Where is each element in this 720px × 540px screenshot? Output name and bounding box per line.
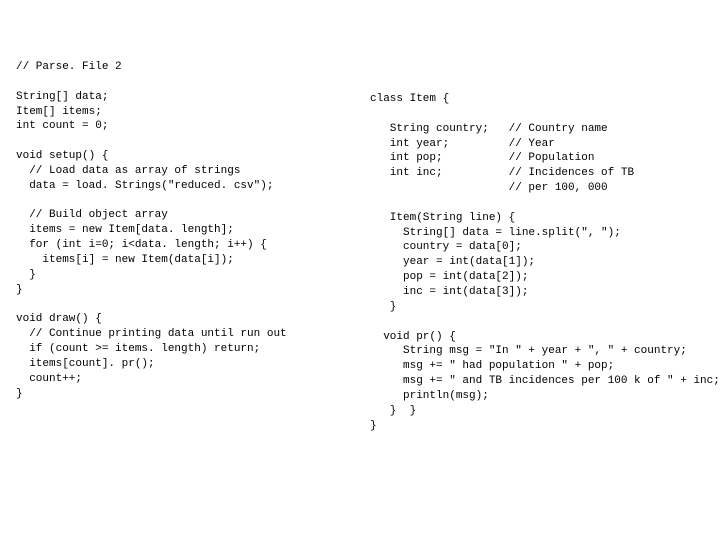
code-column-left: // Parse. File 2 String[] data; Item[] i…	[16, 60, 287, 401]
code-column-right: class Item { String country; // Country …	[370, 92, 720, 433]
code-slide: // Parse. File 2 String[] data; Item[] i…	[0, 0, 720, 540]
